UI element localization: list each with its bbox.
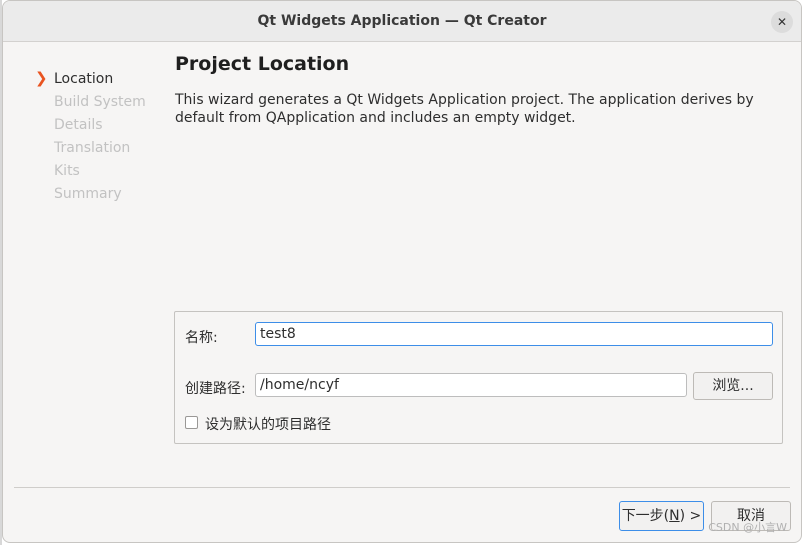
next-button-label-prefix: 下一步( <box>621 508 670 524</box>
window-title: Qt Widgets Application — Qt Creator <box>257 13 547 29</box>
step-kits: Kits <box>35 163 146 186</box>
default-path-checkbox[interactable] <box>185 416 198 429</box>
project-name-input[interactable] <box>255 322 773 346</box>
title-bar[interactable]: Qt Widgets Application — Qt Creator ✕ <box>3 1 801 42</box>
close-icon: ✕ <box>776 15 788 29</box>
path-label: 创建路径: <box>185 381 246 397</box>
step-build-system: Build System <box>35 94 146 117</box>
step-label: Build System <box>54 94 146 110</box>
close-button[interactable]: ✕ <box>771 11 793 33</box>
wizard-steps-list: ❯ Location Build System Details Translat… <box>35 69 146 209</box>
step-label: Summary <box>54 186 122 202</box>
next-button[interactable]: 下一步(N) > <box>619 501 704 531</box>
step-label: Kits <box>54 163 80 179</box>
next-button-label-suffix: ) > <box>679 508 702 524</box>
new-project-wizard-dialog: Qt Widgets Application — Qt Creator ✕ ❯ … <box>2 0 802 543</box>
watermark-text: CSDN @小言W <box>708 521 787 534</box>
page-description: This wizard generates a Qt Widgets Appli… <box>175 92 754 126</box>
browse-button[interactable]: 浏览... <box>693 372 773 400</box>
step-location: ❯ Location <box>35 69 146 94</box>
step-label: Details <box>54 117 103 133</box>
footer-separator <box>14 487 790 488</box>
step-label: Translation <box>54 140 131 156</box>
step-label: Location <box>54 71 114 87</box>
default-path-checkbox-label[interactable]: 设为默认的项目路径 <box>205 414 331 434</box>
location-form-panel: 名称: 创建路径: 浏览... 设为默认的项目路径 <box>174 311 783 444</box>
step-translation: Translation <box>35 140 146 163</box>
next-button-mnemonic: N <box>669 508 680 524</box>
current-step-arrow-icon: ❯ <box>35 69 48 87</box>
name-label: 名称: <box>185 330 218 346</box>
step-summary: Summary <box>35 186 146 209</box>
project-path-input[interactable] <box>255 373 687 397</box>
step-details: Details <box>35 117 146 140</box>
page-title: Project Location <box>175 53 350 75</box>
